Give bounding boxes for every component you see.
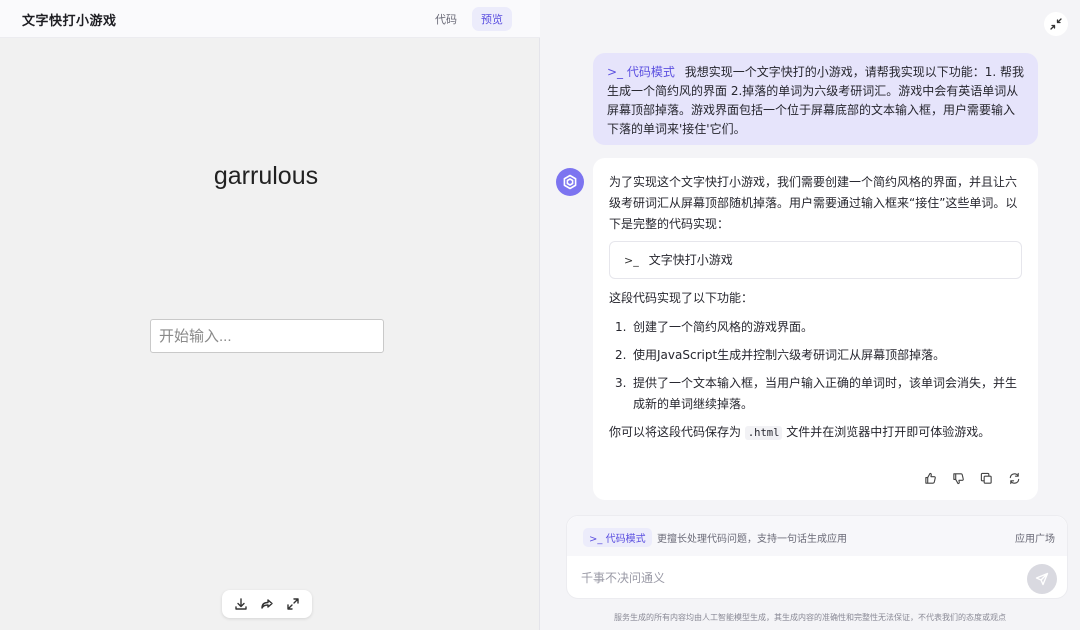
send-button[interactable] [1027,564,1057,594]
code-artifact-title: 文字快打小游戏 [648,252,733,267]
copy-icon[interactable] [978,470,994,486]
collapse-icon[interactable] [1044,12,1068,36]
list-item: 3. 提供了一个文本输入框，当用户输入正确的单词时，该单词会消失，并生成新的单词… [615,376,1018,411]
inline-code: .html [744,426,783,440]
assistant-message: 为了实现这个文字快打小游戏，我们需要创建一个简约风格的界面，并且让六级考研词汇从… [593,158,1038,500]
thumbs-up-icon[interactable] [922,470,938,486]
assistant-intro: 为了实现这个文字快打小游戏，我们需要创建一个简约风格的界面，并且让六级考研词汇从… [609,175,1018,231]
terminal-icon: >_ [589,534,603,545]
preview-toolbar [222,590,312,618]
list-item: 1. 创建了一个简约风格的游戏界面。 [615,320,814,334]
download-icon[interactable] [233,596,249,612]
send-icon [1035,572,1049,586]
list-item: 2. 使用JavaScript生成并控制六级考研词汇从屏幕顶部掉落。 [615,348,946,362]
assistant-avatar [556,168,584,196]
code-mode-chip[interactable]: >_ 代码模式 [583,528,652,547]
code-mode-tag: >_ 代码模式 [607,65,675,79]
code-artifact-card[interactable]: >_ 文字快打小游戏 [609,241,1022,279]
tab-preview[interactable]: 预览 [472,7,512,31]
falling-word: garrulous [213,162,319,190]
app-title: 文字快打小游戏 [22,14,117,29]
disclaimer: 服务生成的所有内容均由人工智能模型生成，其生成内容的准确性和完整性无法保证，不代… [614,613,1006,622]
feature-list: 1. 创建了一个简约风格的游戏界面。 2. 使用JavaScript生成并控制六… [609,317,1022,415]
tongyi-logo-icon [563,174,577,190]
share-icon[interactable] [259,596,275,612]
app-square-link[interactable]: 应用广场 [1015,530,1055,545]
thumbs-down-icon[interactable] [950,470,966,486]
chat-panel: >_ 代码模式 我想实现一个文字快打的小游戏，请帮我实现以下功能：1. 帮我生成… [540,0,1080,630]
expand-icon[interactable] [285,596,301,612]
tab-code[interactable]: 代码 [426,7,466,31]
game-word-input[interactable] [150,319,384,353]
preview-panel: 文字快打小游戏 代码 预览 garrulous [0,0,540,630]
user-message: >_ 代码模式 我想实现一个文字快打的小游戏，请帮我实现以下功能：1. 帮我生成… [593,53,1038,145]
message-actions [922,470,1022,486]
terminal-icon: >_ [607,65,624,79]
chat-composer: >_ 代码模式 更擅长处理代码问题，支持一句话生成应用 应用广场 [566,515,1068,599]
preview-header: 文字快打小游戏 代码 预览 [0,0,540,38]
mode-description: 更擅长处理代码问题，支持一句话生成应用 [657,534,847,545]
view-tabs: 代码 预览 [426,7,512,31]
assistant-closing: 你可以将这段代码保存为 .html 文件并在浏览器中打开即可体验游戏。 [609,425,991,440]
chat-input[interactable] [581,564,1021,592]
refresh-icon[interactable] [1006,470,1022,486]
features-title: 这段代码实现了以下功能： [609,291,754,305]
terminal-icon: >_ [624,253,639,267]
composer-mode-bar: >_ 代码模式 更擅长处理代码问题，支持一句话生成应用 应用广场 [567,516,1067,556]
